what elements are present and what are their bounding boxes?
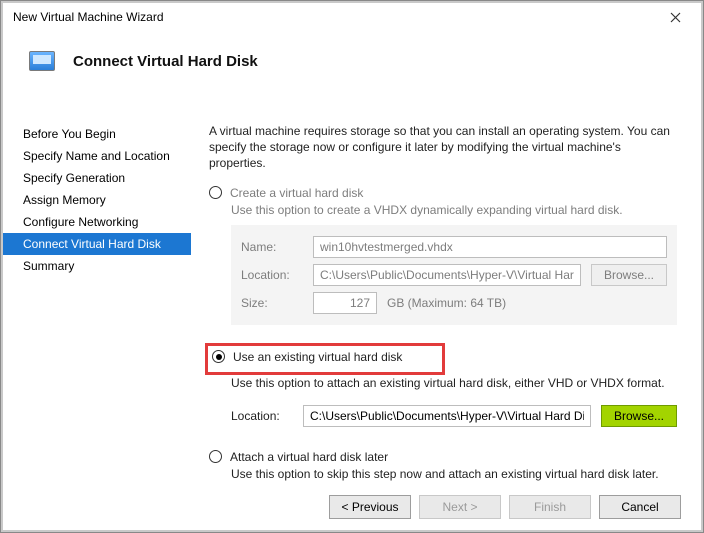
wizard-steps-sidebar: Before You Begin Specify Name and Locati… [1, 109, 191, 482]
cancel-button[interactable]: Cancel [599, 495, 681, 519]
option-create-label: Create a virtual hard disk [230, 186, 363, 200]
window-title: New Virtual Machine Wizard [13, 10, 655, 24]
option-create-desc: Use this option to create a VHDX dynamic… [209, 203, 677, 217]
option-existing-desc: Use this option to attach an existing vi… [209, 376, 677, 390]
option-existing-label: Use an existing virtual hard disk [233, 350, 402, 364]
titlebar: New Virtual Machine Wizard [1, 1, 703, 33]
step-connect-vhd[interactable]: Connect Virtual Hard Disk [1, 233, 191, 255]
previous-button[interactable]: < Previous [329, 495, 411, 519]
next-button: Next > [419, 495, 501, 519]
create-form: Name: Location: Browse... Size: GB (Maxi… [231, 225, 677, 325]
create-size-suffix: GB (Maximum: 64 TB) [387, 296, 506, 310]
step-assign-memory[interactable]: Assign Memory [1, 189, 191, 211]
wizard-icon [29, 51, 55, 71]
intro-text: A virtual machine requires storage so th… [209, 123, 677, 172]
existing-location-label: Location: [231, 409, 293, 423]
create-size-input [313, 292, 377, 314]
page-title: Connect Virtual Hard Disk [73, 53, 258, 70]
create-name-label: Name: [241, 240, 303, 254]
page-header: Connect Virtual Hard Disk [1, 33, 703, 95]
radio-existing-vhd[interactable] [212, 350, 225, 363]
option-later-desc: Use this option to skip this step now an… [209, 467, 677, 481]
wizard-footer: < Previous Next > Finish Cancel [1, 482, 703, 532]
create-name-input [313, 236, 667, 258]
option-existing-vhd: Use an existing virtual hard disk Use th… [209, 343, 677, 432]
finish-button: Finish [509, 495, 591, 519]
existing-browse-button[interactable]: Browse... [601, 405, 677, 427]
step-specify-name-location[interactable]: Specify Name and Location [1, 145, 191, 167]
option-later-label: Attach a virtual hard disk later [230, 450, 388, 464]
step-configure-networking[interactable]: Configure Networking [1, 211, 191, 233]
option-create-vhd: Create a virtual hard disk Use this opti… [209, 186, 677, 325]
step-specify-generation[interactable]: Specify Generation [1, 167, 191, 189]
create-location-label: Location: [241, 268, 303, 282]
annotation-highlight: Use an existing virtual hard disk [205, 343, 445, 375]
radio-create-vhd[interactable] [209, 186, 222, 199]
create-size-label: Size: [241, 296, 303, 310]
content-pane: A virtual machine requires storage so th… [191, 109, 703, 482]
existing-location-input[interactable] [303, 405, 591, 427]
step-before-you-begin[interactable]: Before You Begin [1, 123, 191, 145]
radio-attach-later[interactable] [209, 450, 222, 463]
existing-form: Location: Browse... [231, 400, 677, 432]
create-location-input [313, 264, 581, 286]
create-browse-button: Browse... [591, 264, 667, 286]
step-summary[interactable]: Summary [1, 255, 191, 277]
option-attach-later: Attach a virtual hard disk later Use thi… [209, 450, 677, 481]
close-icon[interactable] [655, 3, 695, 31]
